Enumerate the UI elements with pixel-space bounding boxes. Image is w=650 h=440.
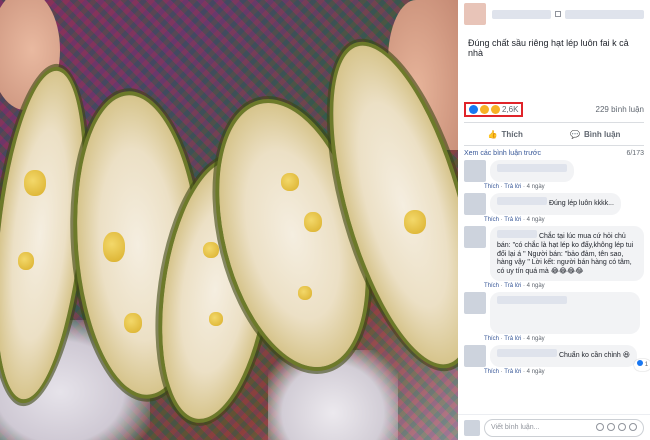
comments-header: Xem các bình luận trước 6/173 — [458, 146, 650, 157]
comment-like-link[interactable]: Thích — [484, 184, 499, 190]
comment-text: Chắc tại lúc mua cứ hỏi chủ bán: "có chắ… — [497, 233, 634, 275]
composer-icons — [593, 422, 637, 433]
post-photo[interactable] — [0, 0, 458, 440]
comment — [458, 289, 650, 334]
comment-time: 4 ngày — [526, 368, 545, 375]
durian-seed — [124, 313, 142, 333]
comment-bubble — [490, 291, 640, 334]
comment-time: 4 ngày — [526, 335, 545, 342]
durian-seed — [24, 170, 46, 196]
comment-reply-link[interactable]: Trả lời — [504, 336, 521, 342]
comment-reaction-badge[interactable]: 1 — [634, 359, 650, 371]
comment-reaction-count: 1 — [644, 362, 649, 369]
comment-reply-link[interactable]: Trả lời — [504, 184, 521, 190]
like-reaction-icon — [637, 360, 644, 367]
durian-seed — [281, 173, 299, 191]
current-user-avatar — [464, 419, 480, 436]
comment-reply-link[interactable]: Trả lời — [504, 369, 521, 375]
comment-reply-link[interactable]: Trả lời — [504, 283, 521, 289]
gif-icon[interactable] — [618, 422, 626, 431]
plastic-bag-right — [268, 350, 398, 440]
post-stats: 2,6K 229 bình luận — [458, 100, 650, 118]
commenter-avatar[interactable] — [464, 344, 486, 367]
durian-seed — [103, 232, 125, 262]
comment-input[interactable]: Viết bình luận... — [484, 418, 644, 437]
comment-bubble — [490, 160, 574, 182]
emoji-icon[interactable] — [596, 422, 604, 431]
commenter-avatar[interactable] — [464, 226, 486, 248]
comment-time: 4 ngày — [526, 217, 545, 223]
like-reaction-icon — [469, 104, 478, 114]
commenter-name[interactable] — [497, 348, 557, 357]
comment-time: 4 ngày — [526, 282, 545, 289]
comment-like-link[interactable]: Thích — [484, 283, 499, 289]
commenter-avatar[interactable] — [464, 193, 486, 215]
like-button[interactable]: 👍 Thích — [488, 130, 523, 139]
comment-meta: Thích · Trả lời · 4 ngày — [484, 368, 545, 375]
post-sidebar: Đúng chất sầu riêng hạt lép luôn fai k c… — [458, 0, 650, 440]
comment-count[interactable]: 229 bình luận — [596, 105, 645, 114]
post-caption: Đúng chất sầu riêng hạt lép luôn fai k c… — [468, 38, 629, 58]
commenter-name[interactable] — [497, 295, 567, 304]
wow-reaction-icon — [491, 104, 500, 114]
durian-seed — [18, 252, 34, 270]
comment-composer: Viết bình luận... — [458, 414, 650, 440]
like-label: Thích — [501, 129, 523, 139]
comment-like-link[interactable]: Thích — [484, 369, 499, 375]
comment-time: 4 ngày — [526, 184, 545, 190]
comment-bubble: Chắc tại lúc mua cứ hỏi chủ bán: "có chắ… — [490, 226, 644, 281]
comment-text: Đúng lép luôn kkkk... — [548, 200, 614, 207]
durian-seed — [203, 242, 219, 258]
comment-bubble: Đúng lép luôn kkkk... — [490, 193, 621, 215]
comment-bubble: Chuẩn ko cần chỉnh 😆 1 — [490, 344, 650, 371]
comment: Chuẩn ko cần chỉnh 😆 1 — [458, 342, 650, 371]
comment-label: Bình luận — [583, 129, 621, 139]
thumbs-up-icon: 👍 — [487, 129, 498, 139]
author-meta — [565, 9, 644, 19]
commenter-name[interactable] — [497, 197, 547, 205]
reaction-count: 2,6K — [502, 104, 519, 114]
comment-reply-link[interactable]: Trả lời — [504, 217, 521, 223]
commenter-name[interactable] — [497, 230, 537, 238]
comment-like-link[interactable]: Thích — [484, 336, 499, 342]
commenter-name[interactable] — [497, 164, 567, 172]
reactions-summary[interactable]: 2,6K — [464, 101, 524, 117]
post-actions: 👍 Thích 💬 Bình luận — [464, 122, 644, 146]
comment: Chắc tại lúc mua cứ hỏi chủ bán: "có chắ… — [458, 223, 650, 281]
page-icon — [555, 11, 562, 17]
commenter-avatar[interactable] — [464, 160, 486, 182]
comment — [458, 157, 650, 182]
comment-like-link[interactable]: Thích — [484, 217, 499, 223]
view-previous-comments-link[interactable]: Xem các bình luận trước — [464, 150, 541, 157]
haha-reaction-icon — [480, 104, 489, 114]
durian-seed — [304, 212, 322, 232]
commenter-avatar[interactable] — [464, 291, 486, 314]
comment-button[interactable]: 💬 Bình luận — [570, 130, 620, 139]
comments-page-indicator: 6/173 — [626, 150, 644, 157]
author-avatar[interactable] — [464, 3, 486, 25]
sticker-icon[interactable] — [629, 422, 637, 431]
durian-seed — [209, 312, 223, 326]
post-header — [458, 0, 650, 28]
durian-seed — [404, 210, 426, 234]
camera-icon[interactable] — [607, 422, 615, 431]
comment-input-placeholder: Viết bình luận... — [491, 424, 540, 431]
comment-icon: 💬 — [570, 129, 580, 139]
durian-seed — [298, 286, 312, 300]
comment-text: Chuẩn ko cần chỉnh 😆 — [558, 351, 631, 359]
author-name[interactable] — [492, 9, 552, 19]
comment: Đúng lép luôn kkkk... — [458, 190, 650, 215]
